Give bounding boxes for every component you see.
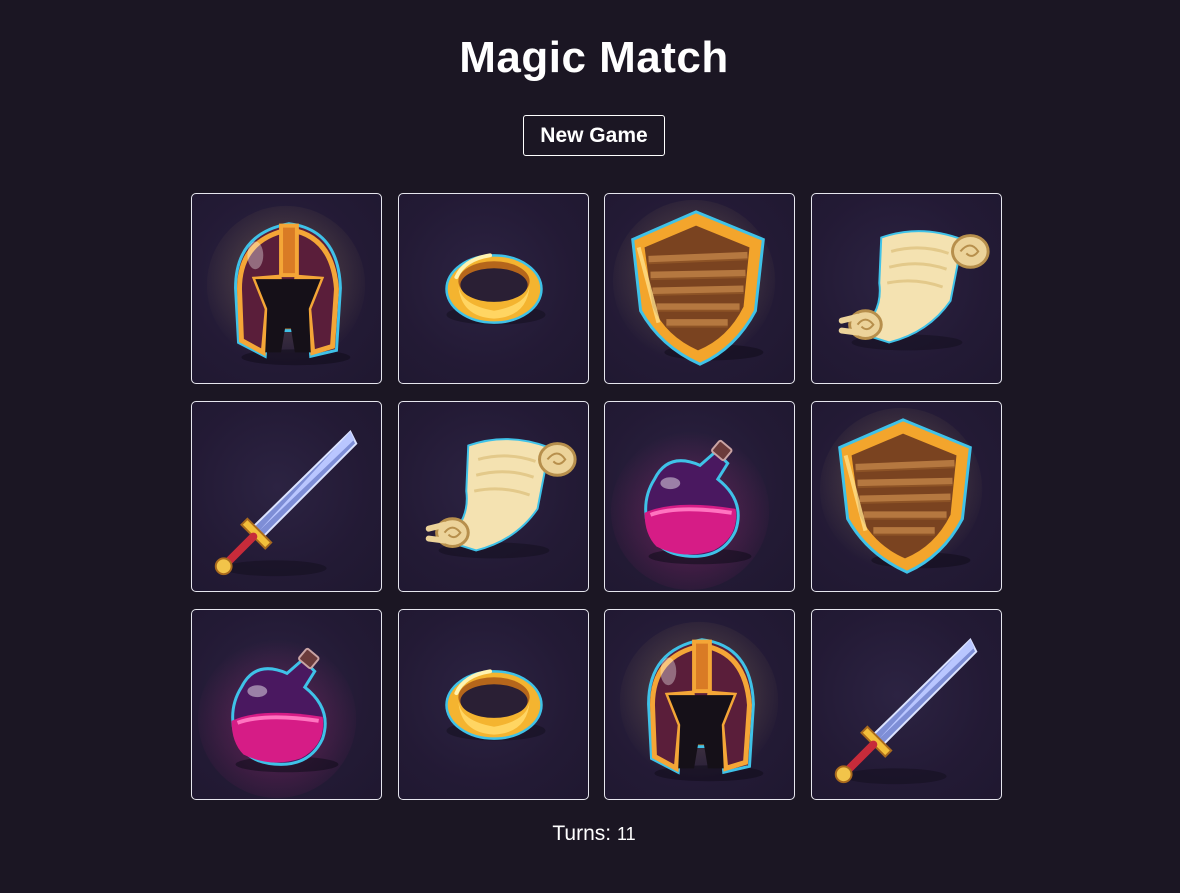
card-10[interactable] [397,609,589,800]
potion-icon [197,639,357,799]
card-1[interactable] [191,193,382,384]
card-2[interactable] [397,193,589,384]
sword-icon [834,638,977,785]
new-game-button[interactable]: New Game [523,115,665,156]
shield-icon [819,407,982,574]
card-9[interactable] [191,609,382,800]
shield-icon [612,199,776,366]
sword-icon [214,430,358,577]
card-11[interactable] [604,609,795,800]
card-6[interactable] [397,401,589,592]
scroll-icon [425,438,577,559]
card-12[interactable] [810,609,1002,800]
game-title: Magic Match [459,33,729,82]
scroll-icon [838,230,990,351]
card-7[interactable] [604,401,795,592]
card-3[interactable] [604,193,795,384]
card-4[interactable] [810,193,1002,384]
helmet-icon [619,621,779,782]
ring-icon [444,669,545,741]
card-grid [191,193,1002,800]
turns-label: Turns: [552,822,612,845]
game-page: Magic Match New Game Turns: 11 [0,0,1180,893]
helmet-icon [206,205,366,366]
card-8[interactable] [810,401,1002,592]
card-5[interactable] [191,401,382,592]
turns-counter: Turns: 11 [0,820,1180,848]
ring-icon [444,253,545,325]
turns-value: 11 [616,824,636,844]
potion-icon [610,431,770,591]
